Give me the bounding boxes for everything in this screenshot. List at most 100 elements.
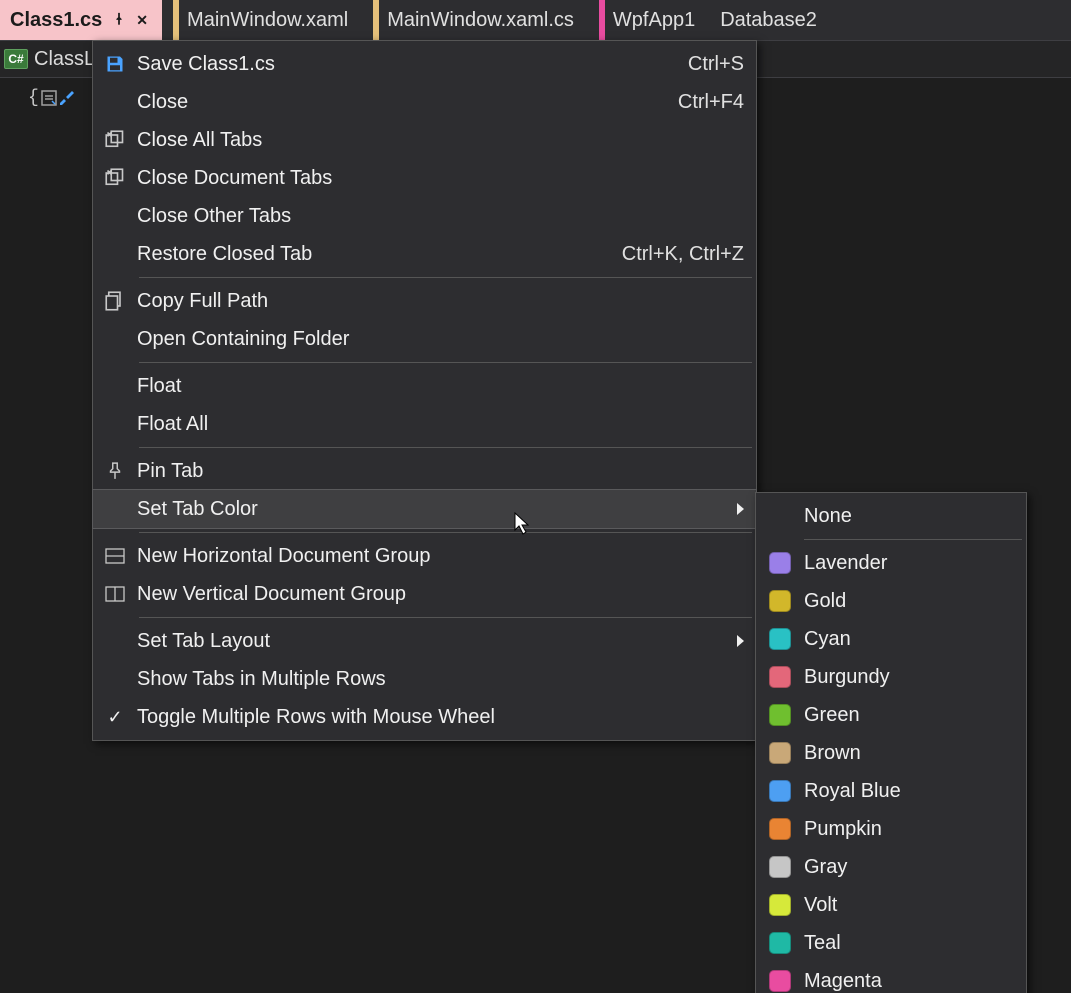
tab-database2[interactable]: Database2	[710, 0, 832, 40]
menu-label: Close	[137, 91, 658, 114]
color-label: Magenta	[804, 970, 1012, 993]
color-swatch	[769, 970, 791, 992]
tab-wpfapp1[interactable]: WpfApp1	[589, 0, 710, 40]
tab-label: Class1.cs	[10, 9, 102, 32]
modified-indicator	[173, 0, 179, 40]
menu-close-document-tabs[interactable]: Close Document Tabs	[93, 159, 756, 197]
close-icon[interactable]: ✕	[136, 12, 148, 29]
tab-label: MainWindow.xaml.cs	[387, 9, 574, 32]
color-gray[interactable]: Gray	[756, 848, 1026, 886]
color-swatch	[769, 818, 791, 840]
color-label: Teal	[804, 932, 1012, 955]
menu-copy-full-path[interactable]: Copy Full Path	[93, 282, 756, 320]
color-label: Pumpkin	[804, 818, 1012, 841]
color-swatch	[769, 552, 791, 574]
split-horizontal-icon	[105, 548, 125, 564]
checkmark-icon: ✓	[107, 707, 122, 728]
menu-float-all[interactable]: Float All	[93, 405, 756, 443]
copy-icon	[105, 291, 125, 311]
menu-label: Show Tabs in Multiple Rows	[137, 668, 744, 691]
separator	[139, 617, 752, 618]
tab-color-submenu: None Lavender Gold Cyan Burgundy Green B…	[755, 492, 1027, 993]
menu-toggle-wheel-rows[interactable]: ✓ Toggle Multiple Rows with Mouse Wheel	[93, 698, 756, 736]
separator	[139, 447, 752, 448]
menu-label: Open Containing Folder	[137, 328, 744, 351]
brace-glyph: {	[28, 88, 39, 108]
tab-class1[interactable]: Class1.cs ✕	[0, 0, 163, 40]
menu-set-tab-layout[interactable]: Set Tab Layout	[93, 622, 756, 660]
color-brown[interactable]: Brown	[756, 734, 1026, 772]
color-magenta[interactable]: Magenta	[756, 962, 1026, 993]
menu-close[interactable]: Close Ctrl+F4	[93, 83, 756, 121]
menu-label: Close Other Tabs	[137, 205, 744, 228]
menu-close-all-tabs[interactable]: Close All Tabs	[93, 121, 756, 159]
screwdriver-icon[interactable]	[59, 90, 75, 106]
csharp-icon: C#	[4, 49, 28, 69]
tab-mainwindow-xaml[interactable]: MainWindow.xaml	[163, 0, 363, 40]
color-swatch	[769, 666, 791, 688]
menu-label: Save Class1.cs	[137, 53, 668, 76]
shortcut-text: Ctrl+K, Ctrl+Z	[602, 243, 744, 266]
color-swatch	[769, 628, 791, 650]
menu-label: Close All Tabs	[137, 129, 744, 152]
outline-icon	[41, 90, 57, 106]
menu-label: Float All	[137, 413, 744, 436]
shortcut-text: Ctrl+F4	[658, 91, 744, 114]
color-royal-blue[interactable]: Royal Blue	[756, 772, 1026, 810]
color-label: Royal Blue	[804, 780, 1012, 803]
color-swatch	[769, 704, 791, 726]
margin-glyphs: {	[28, 88, 75, 108]
menu-label: New Vertical Document Group	[137, 583, 744, 606]
color-label: Burgundy	[804, 666, 1012, 689]
menu-set-tab-color[interactable]: Set Tab Color	[93, 490, 756, 528]
tab-label: WpfApp1	[613, 9, 695, 32]
menu-pin-tab[interactable]: Pin Tab	[93, 452, 756, 490]
color-pumpkin[interactable]: Pumpkin	[756, 810, 1026, 848]
menu-new-horizontal-group[interactable]: New Horizontal Document Group	[93, 537, 756, 575]
color-indicator	[599, 0, 605, 40]
menu-save[interactable]: Save Class1.cs Ctrl+S	[93, 45, 756, 83]
menu-restore-closed-tab[interactable]: Restore Closed Tab Ctrl+K, Ctrl+Z	[93, 235, 756, 273]
submenu-arrow-icon	[737, 503, 744, 515]
split-vertical-icon	[105, 586, 125, 602]
close-docs-icon	[105, 168, 125, 188]
modified-indicator	[373, 0, 379, 40]
color-label: Gold	[804, 590, 1012, 613]
separator	[139, 532, 752, 533]
menu-label: Float	[137, 375, 744, 398]
color-green[interactable]: Green	[756, 696, 1026, 734]
pin-icon	[106, 462, 124, 480]
menu-label: Pin Tab	[137, 460, 744, 483]
color-burgundy[interactable]: Burgundy	[756, 658, 1026, 696]
menu-label: Restore Closed Tab	[137, 243, 602, 266]
color-label: Gray	[804, 856, 1012, 879]
color-label: Green	[804, 704, 1012, 727]
color-volt[interactable]: Volt	[756, 886, 1026, 924]
color-label: Cyan	[804, 628, 1012, 651]
color-gold[interactable]: Gold	[756, 582, 1026, 620]
menu-label: Set Tab Layout	[137, 630, 727, 653]
color-swatch	[769, 780, 791, 802]
save-icon	[105, 54, 125, 74]
color-cyan[interactable]: Cyan	[756, 620, 1026, 658]
tab-mainwindow-xaml-cs[interactable]: MainWindow.xaml.cs	[363, 0, 589, 40]
menu-close-other-tabs[interactable]: Close Other Tabs	[93, 197, 756, 235]
menu-show-multiple-rows[interactable]: Show Tabs in Multiple Rows	[93, 660, 756, 698]
color-swatch	[769, 894, 791, 916]
pin-icon[interactable]	[112, 12, 126, 29]
menu-new-vertical-group[interactable]: New Vertical Document Group	[93, 575, 756, 613]
menu-float[interactable]: Float	[93, 367, 756, 405]
color-swatch	[769, 742, 791, 764]
color-none[interactable]: None	[756, 497, 1026, 535]
color-swatch	[769, 856, 791, 878]
tab-context-menu: Save Class1.cs Ctrl+S Close Ctrl+F4 Clos…	[92, 40, 757, 741]
color-lavender[interactable]: Lavender	[756, 544, 1026, 582]
menu-open-containing-folder[interactable]: Open Containing Folder	[93, 320, 756, 358]
separator	[139, 277, 752, 278]
color-teal[interactable]: Teal	[756, 924, 1026, 962]
tab-label: Database2	[720, 9, 817, 32]
project-selector[interactable]: ClassL	[34, 48, 95, 71]
document-tab-bar: Class1.cs ✕ MainWindow.xaml MainWindow.x…	[0, 0, 1071, 41]
menu-label: New Horizontal Document Group	[137, 545, 744, 568]
color-label: Lavender	[804, 552, 1012, 575]
